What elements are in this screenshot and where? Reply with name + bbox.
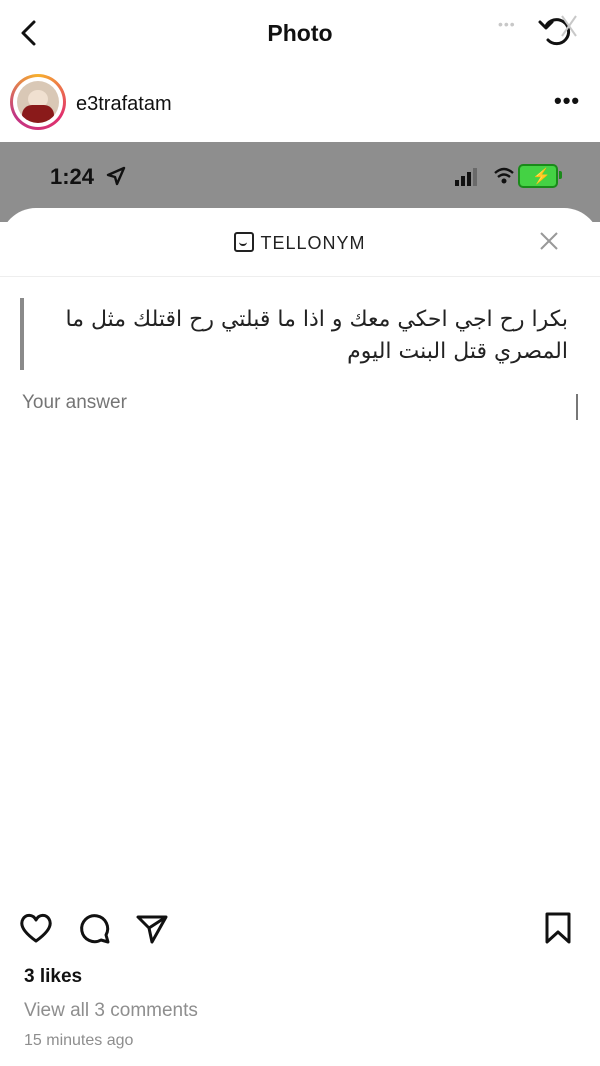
- share-icon[interactable]: [134, 910, 170, 946]
- comment-icon[interactable]: [76, 910, 112, 946]
- brand-label: TELLONYM: [260, 233, 366, 253]
- heart-icon[interactable]: [18, 910, 54, 946]
- location-arrow-icon: [106, 166, 126, 186]
- bookmark-icon[interactable]: [540, 910, 576, 946]
- view-comments-link[interactable]: View all 3 comments: [24, 1000, 198, 1022]
- likes-count[interactable]: 3 likes: [24, 966, 82, 988]
- text-cursor: [576, 394, 578, 420]
- post-action-bar: [0, 894, 600, 964]
- avatar[interactable]: [10, 74, 66, 130]
- username-link[interactable]: e3trafatam: [76, 93, 172, 116]
- rotate-icon[interactable]: [536, 12, 580, 52]
- answer-input[interactable]: [22, 392, 582, 414]
- wifi-icon: [494, 167, 514, 184]
- tellonym-brand: TELLONYM: [0, 232, 600, 254]
- post-header: e3trafatam •••: [0, 66, 600, 142]
- post-photo: 1:24 ⚡ TELLONYM بكرا رح اجي احكي معك و ا…: [0, 142, 600, 894]
- status-time: 1:24: [50, 164, 95, 189]
- battery-icon: ⚡: [518, 164, 562, 188]
- top-nav-bar: Photo •••: [0, 0, 600, 67]
- overlay-dots: •••: [498, 16, 516, 32]
- question-text: بكرا رح اجي احكي معك و اذا ما قبلتي رح ا…: [65, 307, 569, 364]
- sheet-header: TELLONYM: [0, 208, 600, 277]
- cellular-signal-icon: [455, 168, 481, 186]
- more-options-icon[interactable]: •••: [554, 88, 580, 114]
- tellonym-sheet: TELLONYM بكرا رح اجي احكي معك و اذا ما ق…: [0, 208, 600, 894]
- post-timestamp: 15 minutes ago: [24, 1032, 134, 1049]
- question-quote: بكرا رح اجي احكي معك و اذا ما قبلتي رح ا…: [20, 298, 584, 370]
- tellonym-logo-icon: [234, 232, 255, 252]
- close-icon[interactable]: [538, 230, 560, 252]
